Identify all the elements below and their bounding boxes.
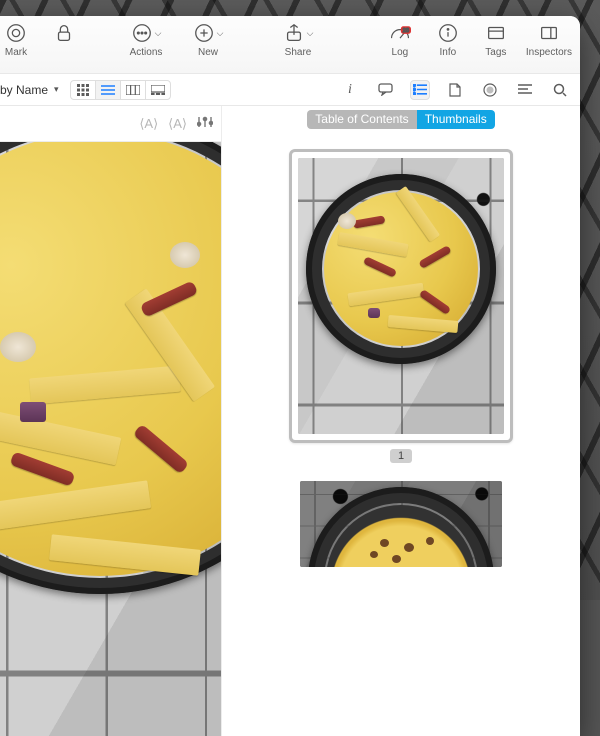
info-button[interactable]: Info (430, 22, 466, 58)
plus-circle-icon (193, 22, 215, 44)
share-label: Share (285, 47, 312, 58)
share-button[interactable]: ⌵ Share (272, 22, 324, 58)
left-pane: ⟨A⟩ ⟨A⟩ (0, 106, 222, 736)
info-label: Info (440, 47, 457, 58)
window-icon (485, 22, 507, 44)
sub-toolbar: by Name ▾ i (0, 74, 580, 106)
chevron-down-icon: ▾ (54, 84, 59, 95)
columns-view-button[interactable] (120, 80, 146, 100)
tags-label: Tags (485, 47, 506, 58)
search-tool[interactable] (550, 80, 570, 100)
style-increase-icon[interactable]: ⟨A⟩ (168, 116, 187, 132)
sliders-icon[interactable] (197, 115, 213, 132)
actions-button[interactable]: ⌵ Actions (120, 22, 172, 58)
inspectors-button[interactable]: Inspectors (526, 22, 572, 58)
grid-view-button[interactable] (70, 80, 96, 100)
inspector-tools: i (341, 80, 570, 100)
actions-label: Actions (130, 47, 163, 58)
disc-tool[interactable] (480, 80, 500, 100)
sidebar-icon (538, 22, 560, 44)
tab-toc[interactable]: Table of Contents (307, 110, 416, 129)
text-style-bar: ⟨A⟩ ⟨A⟩ (0, 106, 221, 142)
toolbar: Mark ⌵ Actions ⌵ Ne (0, 16, 580, 74)
tags-button[interactable]: Tags (478, 22, 514, 58)
disc-icon (483, 83, 497, 97)
style-decrease-icon[interactable]: ⟨A⟩ (139, 116, 158, 132)
log-label: Log (392, 47, 409, 58)
info-tool[interactable]: i (340, 80, 360, 100)
thumbnail-2[interactable] (300, 481, 502, 567)
search-icon (553, 83, 567, 97)
comment-tool[interactable] (375, 80, 395, 100)
thumbnail-tabbar: Table of Contents Thumbnails (222, 106, 580, 135)
list-view-button[interactable] (95, 80, 121, 100)
paragraph-tool[interactable] (515, 80, 535, 100)
layout-view-group (71, 80, 171, 100)
info-icon: i (348, 82, 352, 98)
lock-button[interactable] (46, 22, 82, 58)
thumbnail-1[interactable] (289, 149, 513, 443)
new-label: New (198, 47, 218, 58)
info-icon (437, 22, 459, 44)
share-icon (283, 22, 305, 44)
chevron-down-icon: ⌵ (217, 28, 224, 39)
right-pane: Table of Contents Thumbnails (222, 106, 580, 736)
lock-icon (53, 22, 75, 44)
speedometer-icon: 28 (389, 22, 411, 44)
app-window: Mark ⌵ Actions ⌵ Ne (0, 16, 580, 736)
list-tool[interactable] (410, 80, 430, 100)
sort-label: by Name (0, 83, 48, 97)
page-icon (449, 83, 461, 97)
new-button[interactable]: ⌵ New (182, 22, 234, 58)
flag-circle-icon (5, 22, 27, 44)
inspectors-label: Inspectors (526, 47, 572, 58)
comment-icon (378, 83, 393, 96)
log-button[interactable]: 28 Log (382, 22, 418, 58)
page-number-badge: 1 (390, 449, 412, 463)
lines-icon (518, 84, 532, 95)
gear-dots-icon (131, 22, 153, 44)
tab-thumbnails[interactable]: Thumbnails (417, 110, 495, 129)
chevron-down-icon: ⌵ (155, 28, 162, 39)
svg-text:28: 28 (402, 28, 409, 34)
page-tool[interactable] (445, 80, 465, 100)
document-preview[interactable] (0, 142, 221, 736)
mark-button[interactable]: Mark (0, 22, 34, 58)
chevron-down-icon: ⌵ (307, 28, 314, 39)
mark-label: Mark (5, 47, 27, 58)
content-area: ⟨A⟩ ⟨A⟩ (0, 106, 580, 736)
thumbnail-list[interactable]: 1 (222, 135, 580, 579)
gallery-view-button[interactable] (145, 80, 171, 100)
sort-menu[interactable]: by Name ▾ (0, 80, 65, 100)
bullet-list-icon (413, 84, 427, 95)
